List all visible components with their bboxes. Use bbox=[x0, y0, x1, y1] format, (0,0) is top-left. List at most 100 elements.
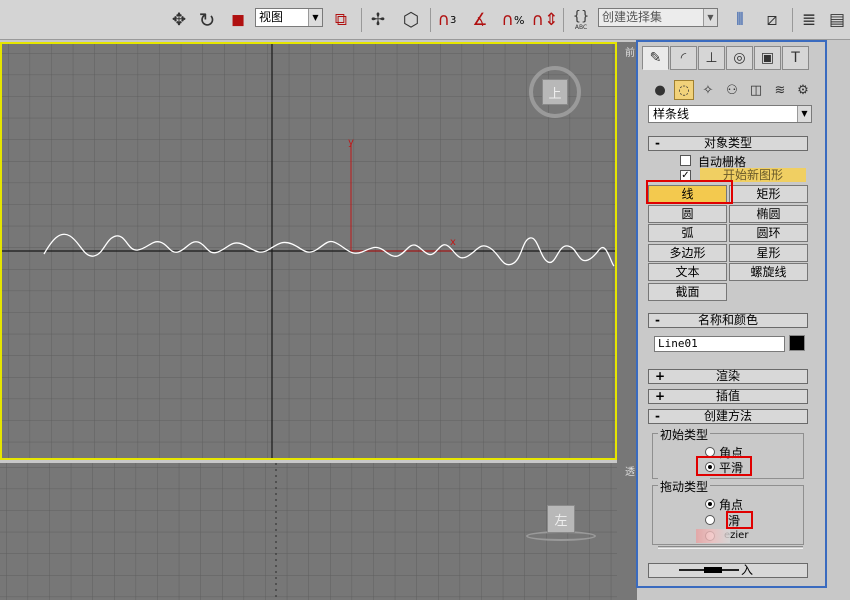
star-button[interactable]: 星形 bbox=[729, 244, 808, 262]
toolbar-divider bbox=[563, 8, 564, 32]
helix-button-label: 螺旋线 bbox=[750, 265, 787, 279]
motion-tab[interactable]: ◎ bbox=[726, 46, 753, 70]
rendering-rollout-header[interactable]: + 渲染 bbox=[648, 369, 808, 384]
rollout-marker bbox=[704, 567, 722, 573]
modify-tab[interactable]: ◜ bbox=[670, 46, 697, 70]
keyboard-entry-rollout-header[interactable]: 入 bbox=[648, 563, 808, 578]
pivot-center-icon[interactable]: ⧉ bbox=[329, 7, 353, 33]
percent-snap-icon[interactable]: ∩% bbox=[500, 7, 526, 33]
drag-corner-radio[interactable] bbox=[705, 499, 715, 509]
initial-smooth-label: 平滑 bbox=[719, 461, 744, 475]
object-name-input[interactable]: Line01 bbox=[654, 336, 785, 352]
scale-icon[interactable]: ◼ bbox=[227, 7, 249, 33]
line-button[interactable]: 线 bbox=[648, 185, 727, 203]
initial-smooth-radio[interactable] bbox=[705, 462, 715, 472]
rectangle-button[interactable]: 矩形 bbox=[729, 185, 808, 203]
donut-button[interactable]: 圆环 bbox=[729, 224, 808, 242]
object-name-value: Line01 bbox=[658, 337, 698, 350]
front-viewport-label[interactable]: 前 bbox=[625, 44, 635, 59]
create-tab[interactable]: ✎ bbox=[642, 46, 669, 70]
left-viewport[interactable]: 左 bbox=[0, 463, 617, 600]
geometry-icon[interactable]: ● bbox=[650, 80, 670, 100]
ngon-button[interactable]: 多边形 bbox=[648, 244, 727, 262]
line-button-label: 线 bbox=[681, 187, 694, 201]
viewcube-face-label: 左 bbox=[554, 513, 568, 529]
lights-icon[interactable]: ✧ bbox=[698, 80, 718, 100]
mirror-icon[interactable]: ⫴ bbox=[726, 7, 754, 33]
initial-corner-radio[interactable] bbox=[705, 447, 715, 457]
star-button-label: 星形 bbox=[756, 246, 781, 260]
circle-button[interactable]: 圆 bbox=[648, 205, 727, 223]
rotate-icon[interactable]: ↻ bbox=[195, 7, 219, 33]
section-button[interactable]: 截面 bbox=[648, 283, 727, 301]
chevron-down-icon[interactable]: ▼ bbox=[703, 9, 717, 26]
rollout-title: 创建方法 bbox=[703, 409, 752, 423]
rollout-title: 名称和颜色 bbox=[697, 313, 758, 327]
magnet-icon: ∩ bbox=[501, 10, 514, 30]
layer-manager-icon[interactable]: ≣ bbox=[796, 7, 822, 33]
top-viewport-grid: y x bbox=[2, 44, 615, 458]
shapes-icon[interactable]: ◌ bbox=[674, 80, 694, 100]
drag-smooth-radio[interactable] bbox=[705, 515, 715, 525]
modify-icon: ◜ bbox=[680, 50, 687, 66]
helpers-icon[interactable]: ◫ bbox=[746, 80, 766, 100]
magnet-icon: ∩ bbox=[437, 10, 451, 30]
utilities-tab[interactable]: T bbox=[782, 46, 809, 70]
category-value: 样条线 bbox=[653, 107, 690, 121]
name-color-rollout-header[interactable]: - 名称和颜色 bbox=[648, 313, 808, 328]
chevron-down-icon[interactable]: ▼ bbox=[308, 9, 322, 26]
creation-method-rollout-header[interactable]: - 创建方法 bbox=[648, 409, 808, 424]
angle-snap-icon[interactable]: ∡ bbox=[467, 7, 493, 33]
left-viewport-grid bbox=[0, 463, 617, 600]
auto-grid-checkbox[interactable] bbox=[680, 155, 691, 166]
object-color-swatch[interactable] bbox=[789, 335, 805, 351]
viewcube-face[interactable]: 上 bbox=[542, 79, 568, 105]
move-icon[interactable]: ✥ bbox=[168, 7, 190, 33]
object-type-rollout-header[interactable]: - 对象类型 bbox=[648, 136, 808, 151]
gizmo-y-label: y bbox=[348, 137, 354, 148]
category-dropdown[interactable]: 样条线 ▼ bbox=[648, 105, 812, 123]
reference-coordinate-dropdown[interactable]: 视图 ▼ bbox=[255, 8, 323, 27]
motion-icon: ◎ bbox=[733, 50, 746, 66]
select-manipulate-icon[interactable]: ✢ bbox=[366, 7, 390, 33]
helix-button[interactable]: 螺旋线 bbox=[729, 263, 808, 281]
snap-mode-label: 3 bbox=[450, 14, 457, 26]
top-viewport[interactable]: y x 上 bbox=[0, 42, 617, 460]
named-selection-set-dropdown[interactable]: 创建选择集 ▼ bbox=[598, 8, 718, 27]
main-toolbar: ✥ ↻ ◼ 视图 ▼ ⧉ ✢ ⬡ ∩ 3 ∡ ∩% ∩⇕ {} ABC 创建选择集… bbox=[0, 0, 850, 40]
curve-editor-icon[interactable]: ▤ bbox=[826, 7, 848, 33]
keyboard-shortcut-icon[interactable]: ⬡ bbox=[398, 7, 424, 33]
arc-button[interactable]: 弧 bbox=[648, 224, 727, 242]
start-new-shape-button[interactable]: 开始新图形 bbox=[700, 168, 806, 182]
chevron-down-icon[interactable]: ▼ bbox=[797, 106, 811, 122]
toolbar-divider bbox=[792, 8, 793, 32]
rollout-title: 入 bbox=[741, 563, 754, 577]
hierarchy-tab[interactable]: ⊥ bbox=[698, 46, 725, 70]
space-warps-icon[interactable]: ≋ bbox=[770, 80, 790, 100]
text-button[interactable]: 文本 bbox=[648, 263, 727, 281]
section-button-label: 截面 bbox=[675, 285, 700, 299]
display-tab[interactable]: ▣ bbox=[754, 46, 781, 70]
viewcube-face[interactable]: 左 bbox=[547, 505, 575, 533]
rollout-title: 对象类型 bbox=[703, 136, 752, 150]
systems-icon[interactable]: ⚙ bbox=[793, 80, 813, 100]
spinner-snap-icon[interactable]: ∩⇕ bbox=[532, 7, 559, 33]
drag-smooth-label: 滑 bbox=[728, 514, 741, 528]
display-icon: ▣ bbox=[760, 50, 775, 66]
toolbar-divider bbox=[430, 8, 431, 32]
ellipse-button[interactable]: 椭圆 bbox=[729, 205, 808, 223]
gizmo-x-label: x bbox=[450, 237, 456, 248]
edit-named-selection-icon[interactable]: {} ABC bbox=[567, 7, 595, 33]
drag-type-label: 拖动类型 bbox=[658, 478, 711, 495]
cameras-icon[interactable]: ⚇ bbox=[722, 80, 742, 100]
start-new-shape-checkbox[interactable]: ✓ bbox=[680, 170, 691, 181]
toolbar-divider bbox=[361, 8, 362, 32]
circle-button-label: 圆 bbox=[681, 207, 694, 221]
interpolation-rollout-header[interactable]: + 插值 bbox=[648, 389, 808, 404]
align-icon[interactable]: ⧄ bbox=[758, 7, 786, 33]
viewcube-face-label: 上 bbox=[548, 86, 562, 102]
perspective-viewport-label[interactable]: 透 bbox=[625, 463, 635, 478]
snap-toggle-icon[interactable]: ∩ 3 bbox=[434, 7, 460, 33]
percent-snap-label: % bbox=[514, 13, 525, 27]
create-icon: ✎ bbox=[649, 50, 662, 66]
